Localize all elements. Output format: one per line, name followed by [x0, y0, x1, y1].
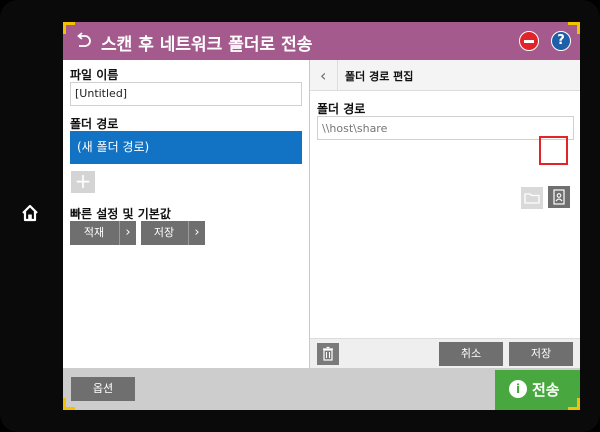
edit-path-header: ‹ 폴더 경로 편집 [310, 60, 580, 91]
load-button[interactable]: 적재 › [70, 221, 136, 245]
header-separator [337, 60, 338, 90]
corner-marker [568, 398, 580, 410]
left-panel: 파일 이름 [Untitled] 폴더 경로 (새 폴더 경로) + 빠른 설정… [63, 60, 309, 368]
chevron-left-icon[interactable]: ‹ [320, 66, 326, 85]
stop-icon[interactable] [519, 31, 539, 51]
help-icon[interactable]: ? [551, 31, 571, 51]
trash-icon [323, 346, 333, 361]
add-path-button[interactable]: + [71, 171, 95, 193]
control-panel-screen: 스캔 후 네트워크 폴더로 전송 ? 파일 이름 [Untitled] 폴더 경… [63, 22, 580, 410]
edit-path-title: 폴더 경로 편집 [345, 70, 414, 83]
folder-path-label: 폴더 경로 [70, 117, 119, 131]
back-arrow-icon[interactable] [73, 31, 93, 51]
title-bar: 스캔 후 네트워크 폴더로 전송 ? [63, 22, 580, 60]
cancel-button[interactable]: 취소 [439, 342, 503, 366]
save-quick-set-label: 저장 [153, 226, 175, 239]
folder-icon [524, 193, 540, 204]
folder-path-input[interactable] [317, 116, 574, 140]
page-title: 스캔 후 네트워크 폴더로 전송 [101, 35, 313, 55]
contacts-button[interactable] [548, 186, 570, 208]
quick-sets-label: 빠른 설정 및 기본값 [70, 207, 171, 221]
load-button-label: 적재 [83, 226, 105, 239]
footer-bar: 옵션 i 전송 [63, 368, 580, 410]
file-name-field[interactable]: [Untitled] [70, 82, 302, 106]
corner-marker [63, 22, 75, 34]
highlight-box [539, 136, 568, 165]
corner-marker [63, 398, 75, 410]
info-icon: i [509, 380, 527, 398]
save-quick-set-button[interactable]: 저장 › [141, 221, 205, 245]
file-name-label: 파일 이름 [70, 68, 119, 82]
folder-path-list-item[interactable]: (새 폴더 경로) [70, 131, 302, 164]
options-button[interactable]: 옵션 [71, 377, 135, 401]
contacts-icon [553, 189, 565, 205]
home-icon[interactable] [20, 203, 40, 223]
corner-marker [568, 22, 580, 34]
right-panel: ‹ 폴더 경로 편집 폴더 경로 \\host\share 취소 저장 [310, 60, 580, 369]
chevron-right-icon: › [194, 225, 200, 240]
send-button-label: 전송 [532, 381, 560, 399]
chevron-right-icon: › [125, 225, 131, 240]
save-path-button[interactable]: 저장 [509, 342, 573, 366]
delete-button[interactable] [317, 343, 339, 365]
browse-folder-button[interactable] [521, 187, 543, 209]
edit-path-actions: 취소 저장 [310, 338, 580, 369]
folder-path-label: 폴더 경로 [317, 102, 366, 116]
